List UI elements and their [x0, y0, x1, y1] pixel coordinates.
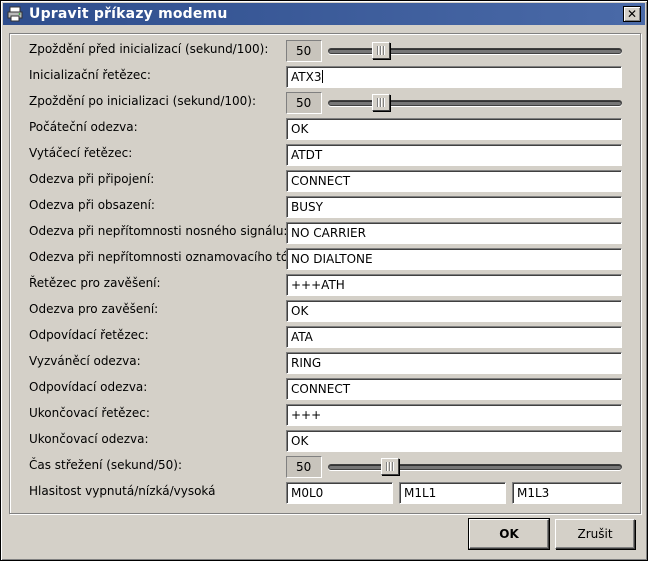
slider-value: 50: [286, 92, 322, 114]
slider-value: 50: [286, 456, 322, 478]
form-row: Odezva pro zavěšení: OK: [10, 297, 640, 323]
field-label: Ukončovací řetězec:: [29, 406, 150, 420]
form-row: Čas střežení (sekund/50): 50: [10, 453, 640, 479]
form-row: Zpoždění před inicializací (sekund/100):…: [10, 37, 640, 63]
text-field-value: ATA: [291, 330, 313, 344]
slider-value: 50: [286, 40, 322, 62]
text-field-value: CONNECT: [291, 382, 351, 396]
field-label: Ukončovací odezva:: [29, 432, 149, 446]
text-field[interactable]: ATA: [286, 326, 622, 348]
close-button[interactable]: ✕: [623, 6, 641, 22]
volume-field[interactable]: M1L3: [512, 482, 622, 504]
slider[interactable]: [328, 40, 622, 62]
close-icon: ✕: [626, 7, 638, 21]
field-label: Hlasitost vypnutá/nízká/vysoká: [29, 484, 216, 498]
field-label: Odezva při nepřítomnosti nosného signálu…: [29, 224, 288, 238]
text-field-value: CONNECT: [291, 174, 351, 188]
text-field-value: NO DIALTONE: [291, 252, 373, 266]
window-title: Upravit příkazy modemu: [29, 6, 228, 22]
form-row: Počáteční odezva: OK: [10, 115, 640, 141]
text-field-value: RING: [291, 356, 322, 370]
text-field[interactable]: +++: [286, 404, 622, 426]
title-bar[interactable]: Upravit příkazy modemu ✕: [3, 3, 645, 25]
text-field-value: NO CARRIER: [291, 226, 366, 240]
form-row: Ukončovací řetězec: +++: [10, 401, 640, 427]
volume-field[interactable]: M1L1: [399, 482, 506, 504]
field-label: Čas střežení (sekund/50):: [29, 458, 183, 472]
field-label: Počáteční odezva:: [29, 120, 138, 134]
text-field-value: +++ATH: [291, 278, 345, 292]
text-field[interactable]: ATX3: [286, 66, 622, 88]
field-label: Odezva při obsazení:: [29, 198, 155, 212]
form-row: Odezva při nepřítomnosti oznamovacího tó…: [10, 245, 640, 271]
text-field-value: +++: [291, 408, 322, 422]
slider-thumb[interactable]: [371, 94, 390, 111]
slider-thumb[interactable]: [371, 42, 390, 59]
form-row: Hlasitost vypnutá/nízká/vysoká M0L0 M1L1 M1…: [10, 479, 640, 505]
field-label: Odezva při připojení:: [29, 172, 155, 186]
cancel-button[interactable]: Zrušit: [555, 519, 635, 549]
text-field[interactable]: NO CARRIER: [286, 222, 622, 244]
slider[interactable]: [328, 456, 622, 478]
text-field[interactable]: OK: [286, 430, 622, 452]
text-field-value: OK: [291, 122, 309, 136]
field-label: Odezva pro zavěšení:: [29, 302, 159, 316]
text-field-value: ATDT: [291, 148, 323, 162]
form-row: Ukončovací odezva: OK: [10, 427, 640, 453]
volume-field[interactable]: M0L0: [286, 482, 393, 504]
settings-panel: Zpoždění před inicializací (sekund/100):…: [9, 33, 641, 514]
text-field-value: ATX3: [291, 70, 322, 84]
field-label: Odpovídací řetězec:: [29, 328, 149, 342]
ok-button[interactable]: OK: [468, 518, 550, 550]
text-field[interactable]: +++ATH: [286, 274, 622, 296]
form-row: Řetězec pro zavěšení: +++ATH: [10, 271, 640, 297]
form-row: Vytáčecí řetězec: ATDT: [10, 141, 640, 167]
text-field-value: OK: [291, 434, 309, 448]
modem-commands-dialog: Upravit příkazy modemu ✕ Zpoždění před i…: [0, 0, 648, 561]
field-label: Vytáčecí řetězec:: [29, 146, 133, 160]
form-row: Odezva při nepřítomnosti nosného signálu…: [10, 219, 640, 245]
text-field-value: BUSY: [291, 200, 323, 214]
text-field[interactable]: ATDT: [286, 144, 622, 166]
field-label: Odezva při nepřítomnosti oznamovacího tó…: [29, 250, 308, 264]
text-field[interactable]: CONNECT: [286, 170, 622, 192]
field-label: Zpoždění po inicializaci (sekund/100):: [29, 94, 257, 108]
slider-track[interactable]: [328, 464, 622, 470]
field-label: Řetězec pro zavěšení:: [29, 276, 161, 290]
form-row: Odpovídací řetězec: ATA: [10, 323, 640, 349]
text-field[interactable]: OK: [286, 300, 622, 322]
slider[interactable]: [328, 92, 622, 114]
form-row: Inicializační řetězec: ATX3: [10, 63, 640, 89]
form-row: Odezva při obsazení: BUSY: [10, 193, 640, 219]
field-label: Vyzváněcí odezva:: [29, 354, 141, 368]
field-label: Zpoždění před inicializací (sekund/100):: [29, 42, 269, 56]
form-row: Odpovídací odezva: CONNECT: [10, 375, 640, 401]
field-label: Odpovídací odezva:: [29, 380, 148, 394]
text-field-value: OK: [291, 304, 309, 318]
text-field[interactable]: OK: [286, 118, 622, 140]
form-row: Odezva při připojení: CONNECT: [10, 167, 640, 193]
text-caret: [322, 70, 324, 83]
text-field[interactable]: RING: [286, 352, 622, 374]
form-row: Vyzváněcí odezva: RING: [10, 349, 640, 375]
form-row: Zpoždění po inicializaci (sekund/100): 50: [10, 89, 640, 115]
text-field[interactable]: BUSY: [286, 196, 622, 218]
field-label: Inicializační řetězec:: [29, 68, 151, 82]
text-field[interactable]: CONNECT: [286, 378, 622, 400]
slider-thumb[interactable]: [380, 458, 399, 475]
text-field[interactable]: NO DIALTONE: [286, 248, 622, 270]
printer-icon: [7, 6, 23, 22]
